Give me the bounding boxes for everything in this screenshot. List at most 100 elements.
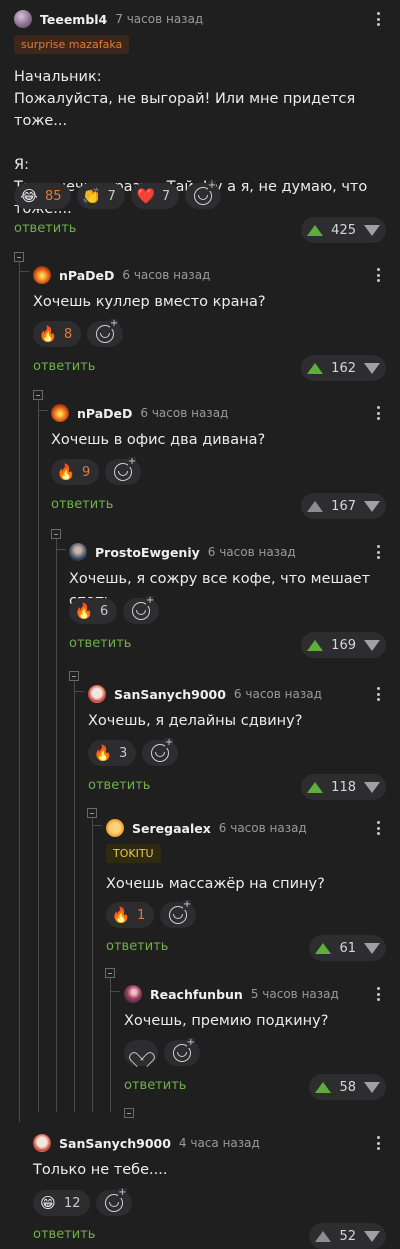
rating-score: 58 xyxy=(339,1079,356,1095)
more-options-icon[interactable] xyxy=(370,820,386,836)
username[interactable]: SanSanych9000 xyxy=(114,687,226,702)
rating-control: 61 xyxy=(309,935,386,961)
add-reaction-button[interactable] xyxy=(164,1038,200,1066)
timestamp: 6 часов назад xyxy=(233,687,322,701)
reaction-fire[interactable]: 🔥 6 xyxy=(69,598,118,624)
upvote-icon[interactable] xyxy=(307,500,324,512)
reaction-fire[interactable]: 🔥 3 xyxy=(88,740,137,766)
reaction-fire[interactable]: 🔥 9 xyxy=(51,459,100,485)
comment-footer: ответить 169 xyxy=(69,632,386,658)
timestamp: 7 часов назад xyxy=(115,12,204,26)
reaction-fire[interactable]: 🔥 1 xyxy=(106,902,155,928)
more-options-icon[interactable] xyxy=(370,11,386,27)
reaction-clap[interactable]: 👏 7 xyxy=(76,183,125,209)
comment: nPaDeD 6 часов назад Хочешь в офис два д… xyxy=(51,401,400,521)
reactions: 🔥 1 xyxy=(106,900,197,928)
upvote-icon[interactable] xyxy=(307,781,324,793)
upvote-icon[interactable] xyxy=(315,942,332,954)
like-button[interactable] xyxy=(124,1040,158,1066)
avatar[interactable] xyxy=(106,819,124,837)
thread-line xyxy=(38,410,48,411)
upvote-icon[interactable] xyxy=(307,362,324,374)
avatar[interactable] xyxy=(51,404,69,422)
downvote-icon[interactable] xyxy=(364,224,380,236)
upvote-icon[interactable] xyxy=(307,224,324,236)
add-reaction-button[interactable] xyxy=(123,596,160,624)
downvote-icon[interactable] xyxy=(364,781,380,793)
reply-link[interactable]: ответить xyxy=(33,1227,95,1242)
avatar[interactable] xyxy=(124,985,142,1003)
avatar[interactable] xyxy=(14,10,32,28)
avatar[interactable] xyxy=(69,543,87,561)
reply-link[interactable]: ответить xyxy=(51,497,113,512)
reply-link[interactable]: ответить xyxy=(88,778,150,793)
downvote-icon[interactable] xyxy=(364,1081,380,1093)
comment: Reachfunbun 5 часов назад Хочешь, премию… xyxy=(124,982,400,1102)
rating-control: 118 xyxy=(301,774,386,800)
reply-link[interactable]: ответить xyxy=(106,939,168,954)
comment: SanSanych9000 4 часа назад Только не теб… xyxy=(33,1131,400,1249)
avatar[interactable] xyxy=(33,266,51,284)
reaction-grin[interactable]: 😁 12 xyxy=(33,1190,90,1216)
avatar[interactable] xyxy=(88,685,106,703)
username[interactable]: Reachfunbun xyxy=(150,987,243,1002)
username[interactable]: ProstoEwgeniy xyxy=(95,545,200,560)
comment-header: nPaDeD 6 часов назад xyxy=(33,263,210,287)
add-reaction-button[interactable] xyxy=(105,457,142,485)
username[interactable]: nPaDeD xyxy=(77,406,132,421)
collapse-thread-button[interactable] xyxy=(51,529,61,539)
username[interactable]: SanSanych9000 xyxy=(59,1136,171,1151)
collapse-thread-button[interactable] xyxy=(105,968,115,978)
reaction-heart[interactable]: ❤️ 7 xyxy=(130,183,180,209)
collapse-thread-button[interactable] xyxy=(69,671,79,681)
reply-link[interactable]: ответить xyxy=(124,1078,186,1093)
reply-link[interactable]: ответить xyxy=(14,221,76,236)
timestamp: 6 часов назад xyxy=(140,406,229,420)
add-reaction-button[interactable] xyxy=(95,1188,132,1216)
more-options-icon[interactable] xyxy=(370,1135,386,1151)
reply-link[interactable]: ответить xyxy=(69,636,131,651)
collapse-thread-button[interactable] xyxy=(87,808,97,818)
downvote-icon[interactable] xyxy=(364,639,380,651)
rating-control: 52 xyxy=(309,1223,386,1249)
add-reaction-button[interactable] xyxy=(160,900,197,928)
comment-text: Только не тебе.... xyxy=(33,1162,168,1178)
reaction-laughing[interactable]: 😂 85 xyxy=(14,183,71,209)
reply-link[interactable]: ответить xyxy=(33,359,95,374)
more-options-icon[interactable] xyxy=(370,267,386,283)
comment-header: Seregaalex 6 часов назад xyxy=(106,816,307,840)
comment-text: Хочешь, премию подкину? xyxy=(124,1013,329,1029)
reactions: 😁 12 xyxy=(33,1188,132,1216)
more-options-icon[interactable] xyxy=(370,986,386,1002)
downvote-icon[interactable] xyxy=(364,1230,380,1242)
comment-header: Reachfunbun 5 часов назад xyxy=(124,982,339,1006)
collapse-thread-button[interactable] xyxy=(14,252,24,262)
thread-line xyxy=(92,825,102,826)
collapse-thread-button[interactable] xyxy=(124,1108,134,1118)
collapse-thread-button[interactable] xyxy=(33,390,43,400)
upvote-icon[interactable] xyxy=(315,1230,332,1242)
upvote-icon[interactable] xyxy=(315,1081,332,1093)
avatar[interactable] xyxy=(33,1134,51,1152)
upvote-icon[interactable] xyxy=(307,639,324,651)
timestamp: 4 часа назад xyxy=(178,1136,260,1150)
username[interactable]: Seregaalex xyxy=(132,821,211,836)
comment-footer: ответить 118 xyxy=(88,774,386,800)
add-reaction-button[interactable] xyxy=(185,181,222,209)
username[interactable]: nPaDeD xyxy=(59,268,114,283)
more-options-icon[interactable] xyxy=(370,544,386,560)
reaction-fire[interactable]: 🔥 8 xyxy=(33,321,82,347)
user-badge: surprise mazafaka xyxy=(14,35,130,54)
more-options-icon[interactable] xyxy=(370,686,386,702)
downvote-icon[interactable] xyxy=(364,500,380,512)
comment-footer: ответить 425 xyxy=(14,217,386,243)
downvote-icon[interactable] xyxy=(364,942,380,954)
add-reaction-button[interactable] xyxy=(142,738,179,766)
add-reaction-button[interactable] xyxy=(87,319,124,347)
downvote-icon[interactable] xyxy=(364,362,380,374)
rating-control: 162 xyxy=(301,355,386,381)
more-options-icon[interactable] xyxy=(370,405,386,421)
rating-score: 162 xyxy=(331,360,356,376)
username[interactable]: Teeembl4 xyxy=(40,12,107,27)
rating-control: 58 xyxy=(309,1074,386,1100)
